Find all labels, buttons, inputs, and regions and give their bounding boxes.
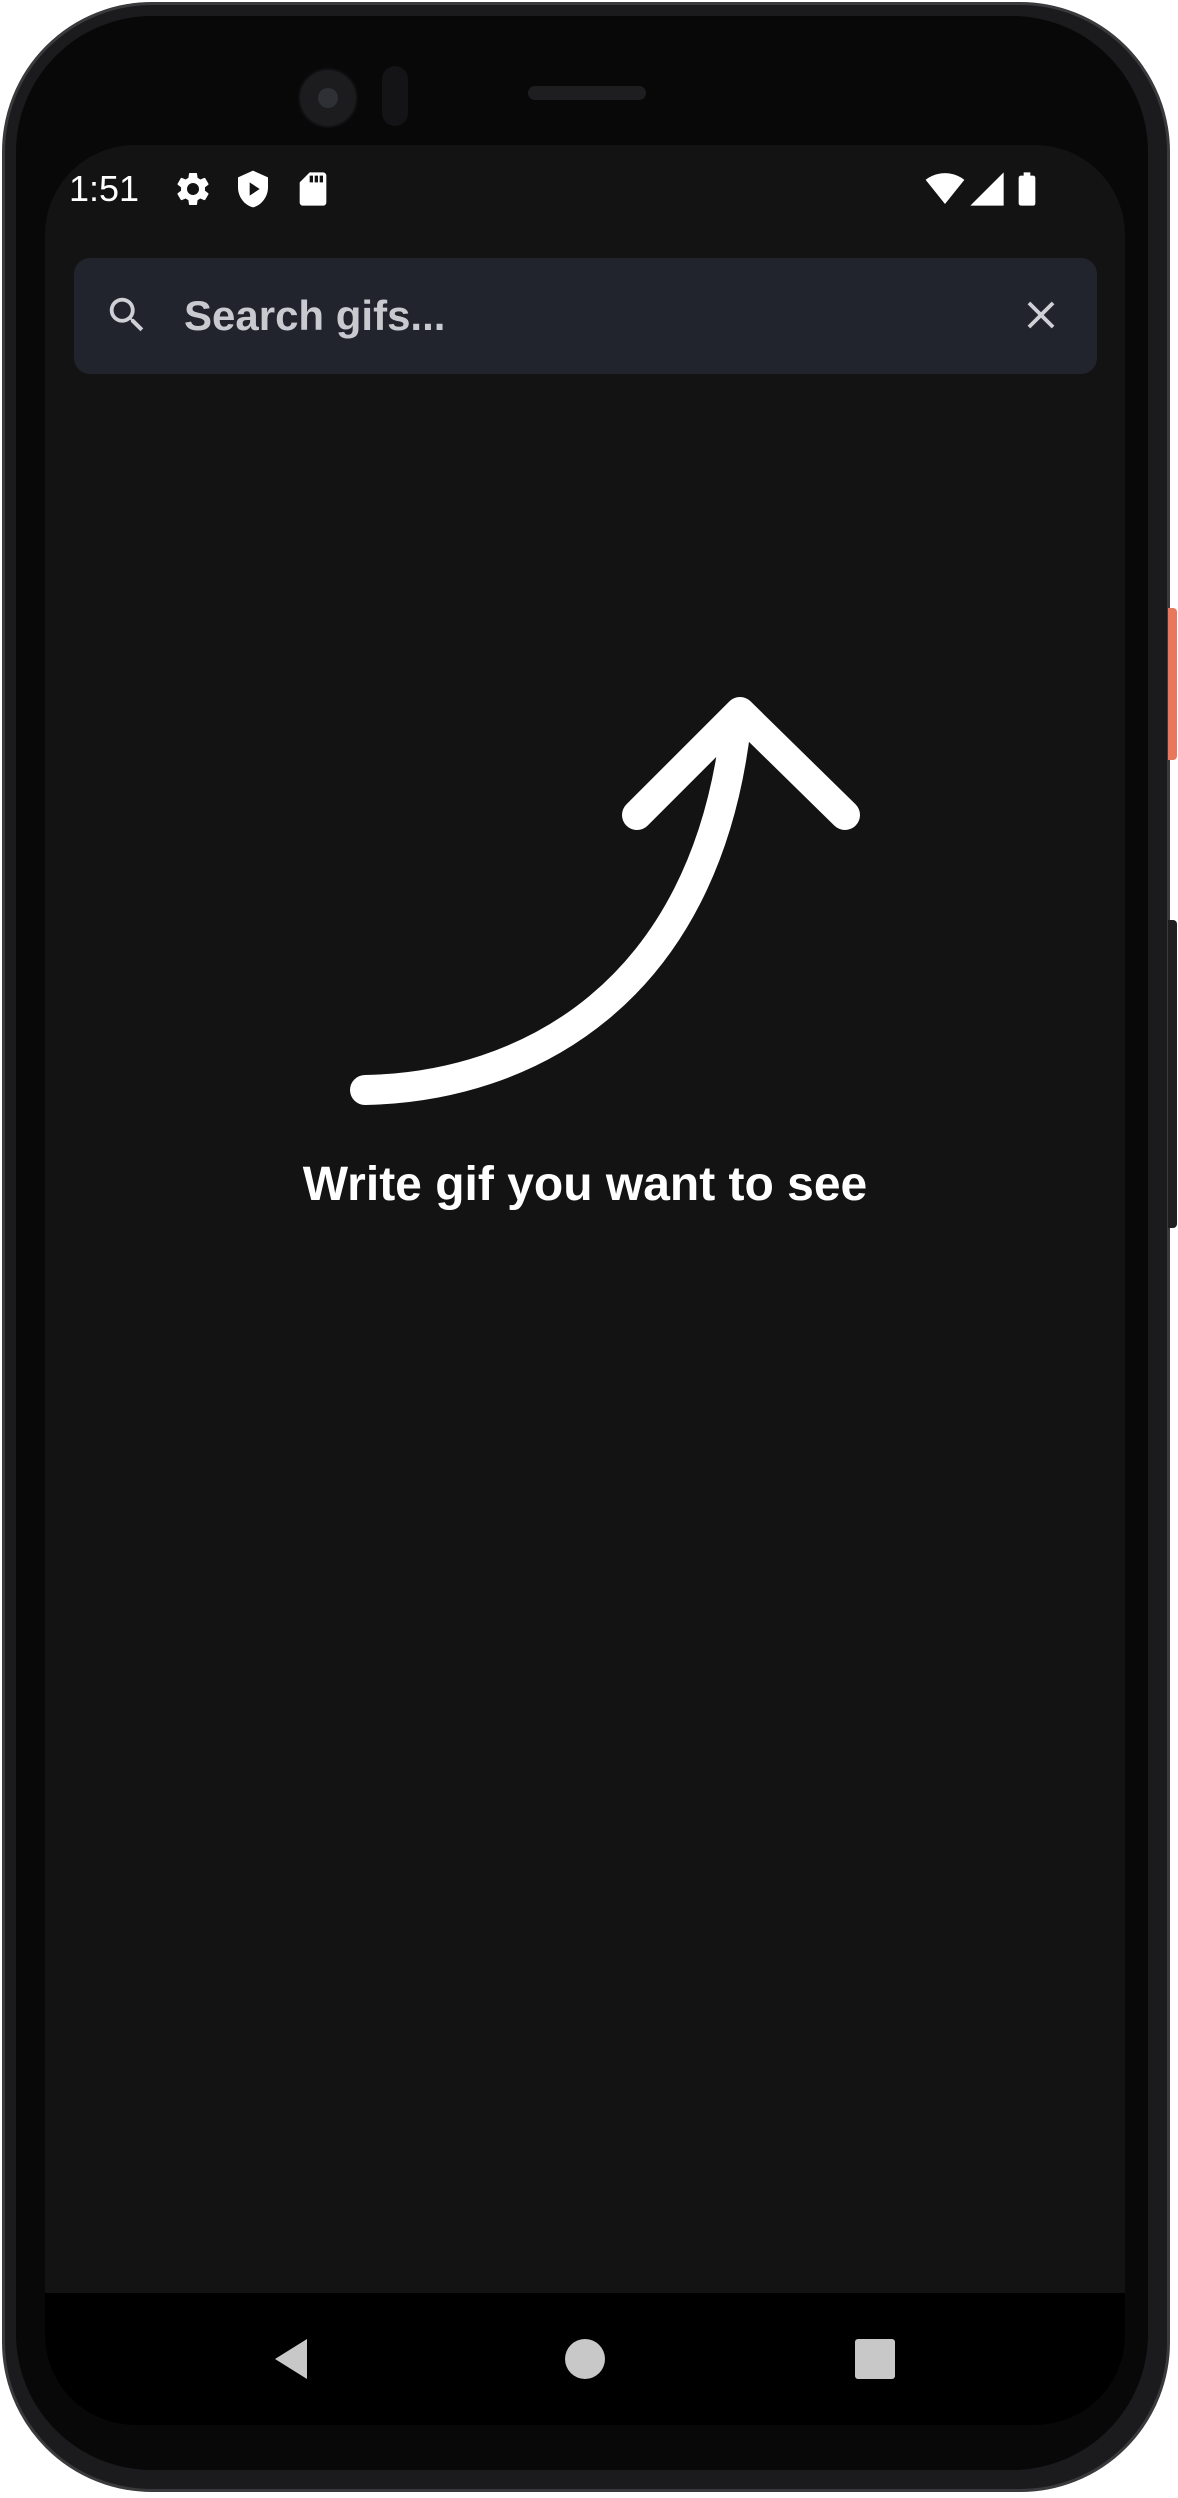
search-icon	[104, 292, 150, 338]
app-screen: 1:51 Write gif you want to see	[45, 145, 1125, 2425]
cell-signal-icon	[967, 169, 1007, 209]
search-bar[interactable]	[74, 258, 1097, 374]
proximity-sensor	[382, 66, 408, 126]
front-camera	[298, 68, 358, 128]
wifi-icon	[925, 169, 965, 209]
empty-state-message: Write gif you want to see	[302, 1158, 868, 1211]
home-icon[interactable]	[555, 2329, 615, 2389]
navigation-bar	[45, 2293, 1125, 2425]
sd-card-icon	[293, 169, 333, 209]
close-icon[interactable]	[1018, 292, 1064, 338]
search-input[interactable]	[184, 282, 964, 350]
recents-icon[interactable]	[845, 2329, 905, 2389]
gear-icon	[173, 169, 213, 209]
curved-arrow-up-icon	[345, 565, 905, 1165]
battery-icon	[1007, 169, 1047, 209]
volume-button	[1168, 920, 1177, 1228]
status-time: 1:51	[69, 168, 140, 209]
power-button	[1168, 608, 1177, 760]
back-icon[interactable]	[265, 2329, 325, 2389]
shield-play-icon	[233, 169, 273, 209]
earpiece-speaker	[528, 86, 646, 100]
